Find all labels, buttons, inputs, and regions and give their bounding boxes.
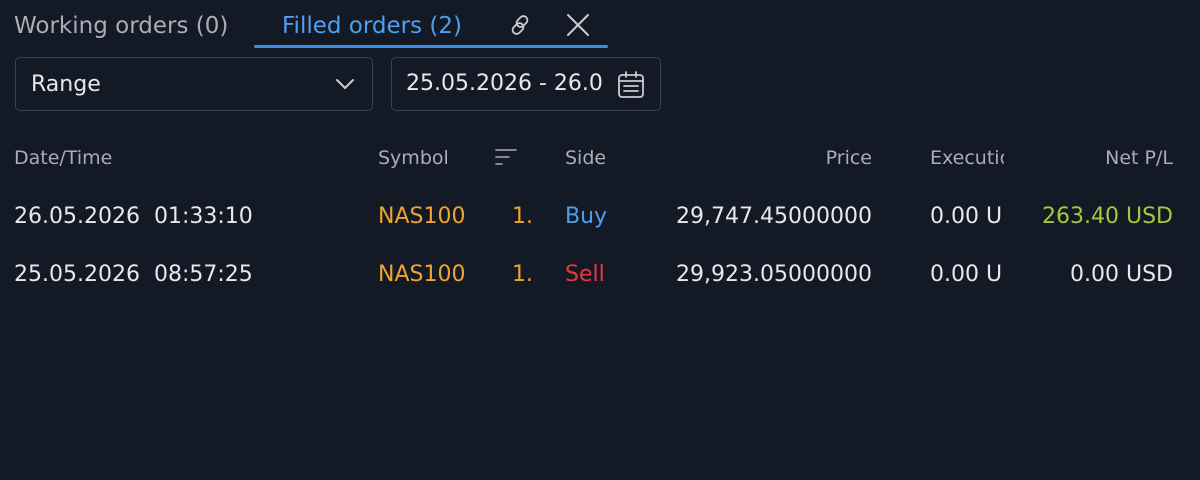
row-datetime: 25.05.2026 08:57:25: [14, 262, 253, 287]
row-side: Sell: [565, 262, 605, 287]
column-header-side[interactable]: Side: [565, 144, 606, 172]
column-header-symbol[interactable]: Symbol: [378, 144, 449, 172]
range-select[interactable]: Range: [15, 57, 373, 111]
row-price: 29,747.45000000: [676, 204, 872, 229]
close-icon: [567, 14, 589, 36]
active-tab-indicator: [254, 45, 608, 48]
row-net-pl: 263.40 USD: [1042, 204, 1173, 229]
order-tabs: Working orders (0) Filled orders (2): [0, 0, 1200, 50]
close-button[interactable]: [561, 8, 595, 42]
column-header-price[interactable]: Price: [700, 144, 872, 172]
row-net-pl: 0.00 USD: [1070, 262, 1173, 287]
link-button[interactable]: [503, 8, 537, 42]
tab-filled-orders[interactable]: Filled orders (2): [282, 10, 462, 42]
sort-icon[interactable]: [494, 146, 518, 170]
row-side: Buy: [565, 204, 608, 229]
row-quantity: 1.: [512, 204, 533, 229]
row-execution: 0.00 USD: [930, 204, 1002, 229]
row-symbol[interactable]: NAS100: [378, 260, 465, 290]
date-range-field[interactable]: 25.05.2026 - 26.05.2026: [391, 57, 661, 111]
row-execution: 0.00 USD: [930, 262, 1002, 287]
date-range-value: 25.05.2026 - 26.05.2026: [406, 71, 604, 96]
tab-working-orders[interactable]: Working orders (0): [14, 10, 228, 42]
column-header-net-pl[interactable]: Net P/L: [1020, 144, 1173, 172]
row-quantity: 1.: [512, 262, 533, 287]
column-header-datetime[interactable]: Date/Time: [14, 144, 112, 172]
table-row[interactable]: 25.05.2026 08:57:25 NAS100 1. Sell 29,92…: [0, 246, 1200, 304]
link-icon: [511, 15, 529, 35]
table-row[interactable]: 26.05.2026 01:33:10 NAS100 1. Buy 29,747…: [0, 188, 1200, 246]
row-datetime: 26.05.2026 01:33:10: [14, 204, 253, 229]
row-price: 29,923.05000000: [676, 262, 872, 287]
range-select-value: Range: [31, 71, 101, 97]
chevron-down-icon: [336, 79, 354, 89]
calendar-icon[interactable]: [616, 70, 646, 100]
column-header-execution[interactable]: Execution: [930, 144, 1004, 172]
row-symbol[interactable]: NAS100: [378, 202, 465, 232]
